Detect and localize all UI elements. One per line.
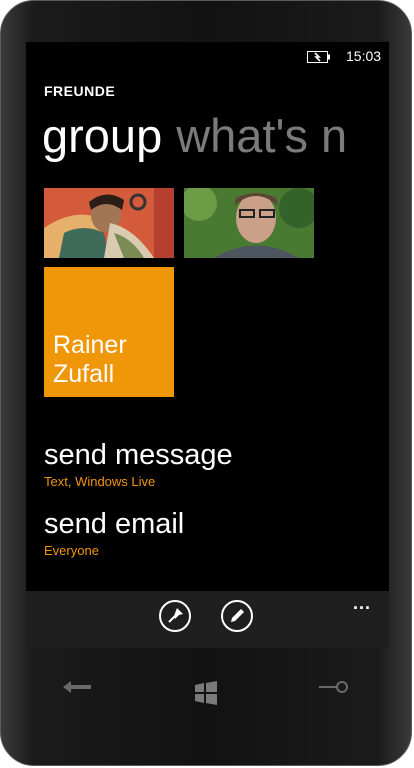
pivot-item-whats-new[interactable]: what's n xyxy=(176,109,347,162)
more-options-button[interactable]: ... xyxy=(353,593,371,614)
contact-name: Rainer Zufall xyxy=(53,331,127,388)
contact-photo-image xyxy=(44,188,174,258)
send-message-action[interactable]: send message Text, Windows Live xyxy=(44,438,233,491)
pivot-header: group what's n xyxy=(42,106,347,166)
action-sub: Everyone xyxy=(44,543,99,558)
contact-photo-image xyxy=(184,188,314,258)
back-icon[interactable] xyxy=(61,679,93,695)
send-email-action[interactable]: send email Everyone xyxy=(44,507,184,560)
pin-icon xyxy=(168,608,183,623)
clock: 15:03 xyxy=(346,48,382,64)
search-icon[interactable] xyxy=(317,679,351,695)
battery-charging-icon xyxy=(307,51,330,63)
app-bar: ... xyxy=(26,591,389,648)
screen: 15:03 FREUNDE group what's n Rainer Zufa… xyxy=(26,42,389,648)
pin-button[interactable] xyxy=(159,600,191,632)
windows-start-icon[interactable] xyxy=(193,681,219,705)
edit-button[interactable] xyxy=(221,600,253,632)
action-label: send email xyxy=(44,508,185,540)
contact-photo[interactable] xyxy=(44,188,174,258)
status-bar: 15:03 xyxy=(26,42,389,70)
phone-frame: 15:03 FREUNDE group what's n Rainer Zufa… xyxy=(0,0,412,766)
contact-tile[interactable]: Rainer Zufall xyxy=(44,267,174,397)
edit-icon xyxy=(231,609,244,622)
contact-photo[interactable] xyxy=(184,188,314,258)
pivot-item-group[interactable]: group xyxy=(42,109,162,162)
action-label: send message xyxy=(44,439,233,471)
action-sub: Text, Windows Live xyxy=(44,474,156,489)
app-title: FREUNDE xyxy=(44,83,116,99)
